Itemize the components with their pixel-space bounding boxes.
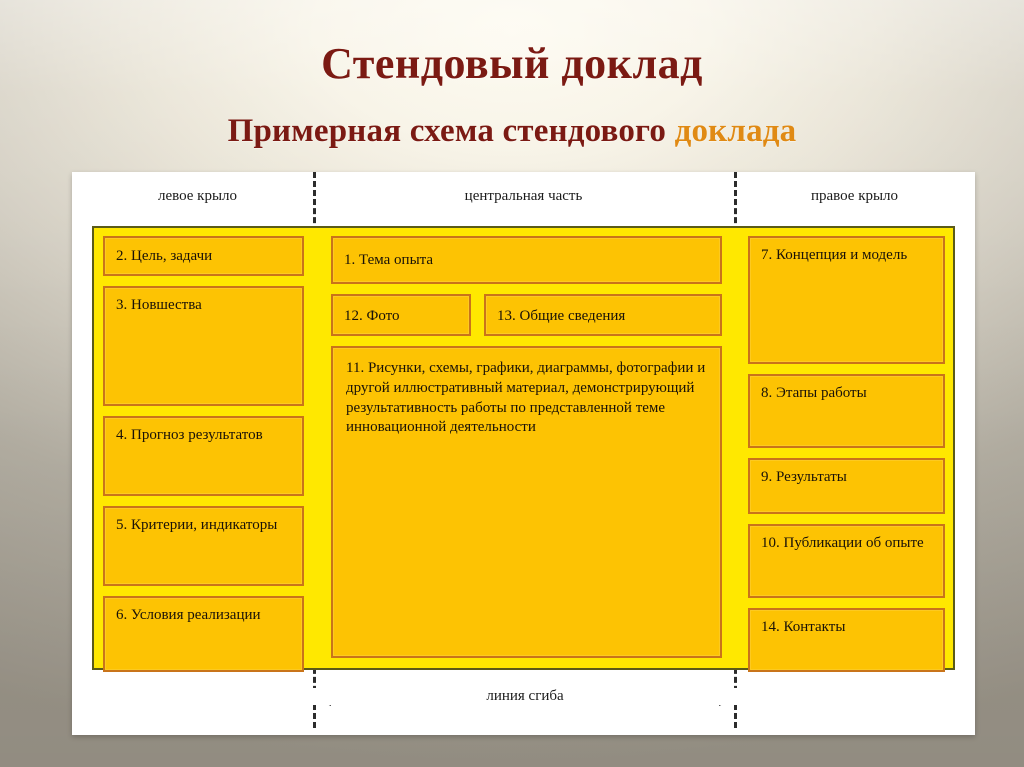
left-wing-column: 2. Цель, задачи 3. Новшества 4. Прогноз …	[94, 228, 313, 672]
box-11-illustrative-material[interactable]: 11. Рисунки, схемы, графики, диаграммы, …	[331, 346, 722, 658]
fold-label-wrapper: линия сгиба	[313, 688, 737, 705]
box-8-stages-of-work[interactable]: 8. Этапы работы	[748, 374, 945, 448]
subtitle-main-text: Примерная схема стендового	[227, 113, 675, 149]
column-header-center-part: центральная часть	[464, 188, 583, 204]
box-14-contacts[interactable]: 14. Контакты	[748, 608, 945, 672]
box-2-goal-tasks[interactable]: 2. Цель, задачи	[103, 236, 304, 276]
diagram-panel: левое крыло центральная часть правое кры…	[72, 172, 975, 735]
box-4-forecast-of-results[interactable]: 4. Прогноз результатов	[103, 416, 304, 496]
column-headers: левое крыло центральная часть правое кры…	[72, 182, 975, 226]
box-12-photo[interactable]: 12. Фото	[331, 294, 471, 336]
subtitle-accent-text: доклада	[674, 113, 797, 149]
poster-board: 2. Цель, задачи 3. Новшества 4. Прогноз …	[92, 226, 955, 672]
box-5-criteria-indicators[interactable]: 5. Критерии, индикаторы	[103, 506, 304, 586]
box-10-publications-about-experience[interactable]: 10. Публикации об опыте	[748, 524, 945, 598]
fold-line-annotation: линия сгиба	[313, 678, 737, 720]
photo-info-row: 12. Фото 13. Общие сведения	[331, 294, 722, 336]
fold-label: линия сгиба	[472, 688, 578, 704]
box-6-implementation-conditions[interactable]: 6. Условия реализации	[103, 596, 304, 672]
slide: Стендовый доклад Примерная схема стендов…	[0, 0, 1024, 767]
right-wing-column: 7. Концепция и модель 8. Этапы работы 9.…	[739, 228, 954, 672]
box-3-novelties[interactable]: 3. Новшества	[103, 286, 304, 406]
box-9-results[interactable]: 9. Результаты	[748, 458, 945, 514]
box-13-general-information[interactable]: 13. Общие сведения	[484, 294, 722, 336]
column-header-left-wing: левое крыло	[157, 188, 238, 204]
page-subtitle: Примерная схема стендового доклада	[0, 113, 1024, 150]
column-header-right-wing: правое крыло	[810, 188, 899, 204]
box-7-concept-and-model[interactable]: 7. Концепция и модель	[748, 236, 945, 364]
page-title: Стендовый доклад	[321, 39, 703, 88]
center-part-column: 1. Тема опыта 12. Фото 13. Общие сведени…	[322, 228, 731, 668]
box-1-topic-of-experience[interactable]: 1. Тема опыта	[331, 236, 722, 284]
